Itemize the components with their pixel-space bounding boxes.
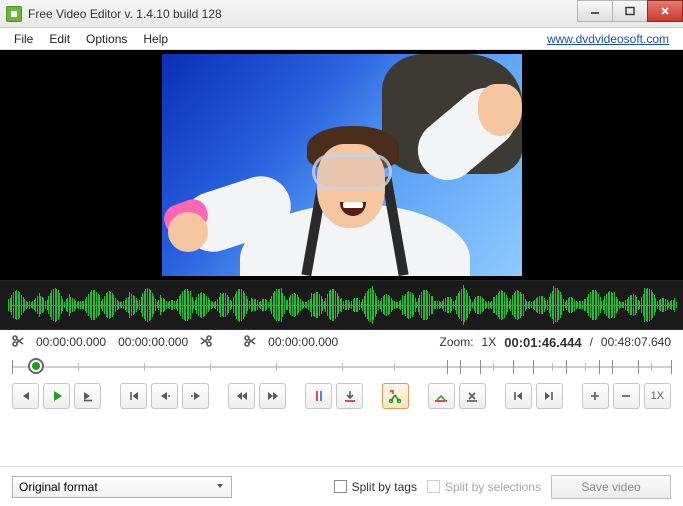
maximize-button[interactable] <box>612 0 648 22</box>
play-to-end-button[interactable] <box>74 383 101 409</box>
cut-selection-button[interactable] <box>382 383 409 409</box>
transport-toolbar: 1X <box>0 378 683 414</box>
split-by-selections-checkbox: Split by selections <box>427 480 541 494</box>
trim-left-button[interactable] <box>428 383 455 409</box>
zoom-value: 1X <box>482 335 497 349</box>
go-end-button[interactable] <box>259 383 286 409</box>
titlebar: Free Video Editor v. 1.4.10 build 128 <box>0 0 683 28</box>
total-time: 00:48:07.640 <box>601 335 671 349</box>
window-title: Free Video Editor v. 1.4.10 build 128 <box>28 7 578 21</box>
app-icon <box>6 6 22 22</box>
prev-frame-button[interactable] <box>120 383 147 409</box>
selection-start-time: 00:00:00.000 <box>36 335 106 349</box>
split-by-selections-label: Split by selections <box>445 480 541 494</box>
cursor-time: 00:00:00.000 <box>268 335 338 349</box>
zoom-in-button[interactable] <box>582 383 609 409</box>
save-video-label: Save video <box>581 480 640 494</box>
set-marker-button[interactable] <box>305 383 332 409</box>
menu-edit[interactable]: Edit <box>41 29 78 49</box>
video-preview-area <box>0 50 683 280</box>
time-separator: / <box>590 335 593 349</box>
bottom-bar: Original format Split by tags Split by s… <box>0 466 683 506</box>
play-button[interactable] <box>43 383 70 409</box>
step-forward-button[interactable] <box>182 383 209 409</box>
video-frame[interactable] <box>162 54 522 276</box>
zoom-label: Zoom: <box>440 335 474 349</box>
output-format-value: Original format <box>19 480 98 494</box>
site-link[interactable]: www.dvdvideosoft.com <box>547 32 677 46</box>
checkbox-icon <box>334 480 347 493</box>
zoom-out-button[interactable] <box>613 383 640 409</box>
split-by-tags-checkbox[interactable]: Split by tags <box>334 480 417 494</box>
trim-clear-button[interactable] <box>459 383 486 409</box>
minimize-button[interactable] <box>577 0 613 22</box>
zoom-current-button[interactable]: 1X <box>644 383 671 409</box>
time-info-row: 00:00:00.000 00:00:00.000 00:00:00.000 Z… <box>0 330 683 354</box>
timeline-ruler[interactable] <box>12 354 671 378</box>
scissors-icon <box>244 335 256 350</box>
split-by-tags-label: Split by tags <box>352 480 417 494</box>
jump-next-marker-button[interactable] <box>536 383 563 409</box>
audio-waveform[interactable] <box>0 280 683 330</box>
seek-back-button[interactable] <box>12 383 39 409</box>
close-button[interactable] <box>647 0 683 22</box>
checkbox-icon <box>427 480 440 493</box>
menu-file[interactable]: File <box>6 29 41 49</box>
chevron-down-icon <box>215 480 225 494</box>
jump-prev-marker-button[interactable] <box>505 383 532 409</box>
scissors-icon <box>200 335 212 350</box>
output-format-select[interactable]: Original format <box>12 476 232 498</box>
selection-end-time: 00:00:00.000 <box>118 335 188 349</box>
menu-help[interactable]: Help <box>135 29 176 49</box>
go-start-button[interactable] <box>228 383 255 409</box>
step-back-button[interactable] <box>151 383 178 409</box>
menubar: File Edit Options Help www.dvdvideosoft.… <box>0 28 683 50</box>
menu-options[interactable]: Options <box>78 29 135 49</box>
download-frame-button[interactable] <box>336 383 363 409</box>
save-video-button[interactable]: Save video <box>551 475 671 499</box>
scissors-icon <box>12 335 24 350</box>
current-time: 00:01:46.444 <box>504 335 581 350</box>
